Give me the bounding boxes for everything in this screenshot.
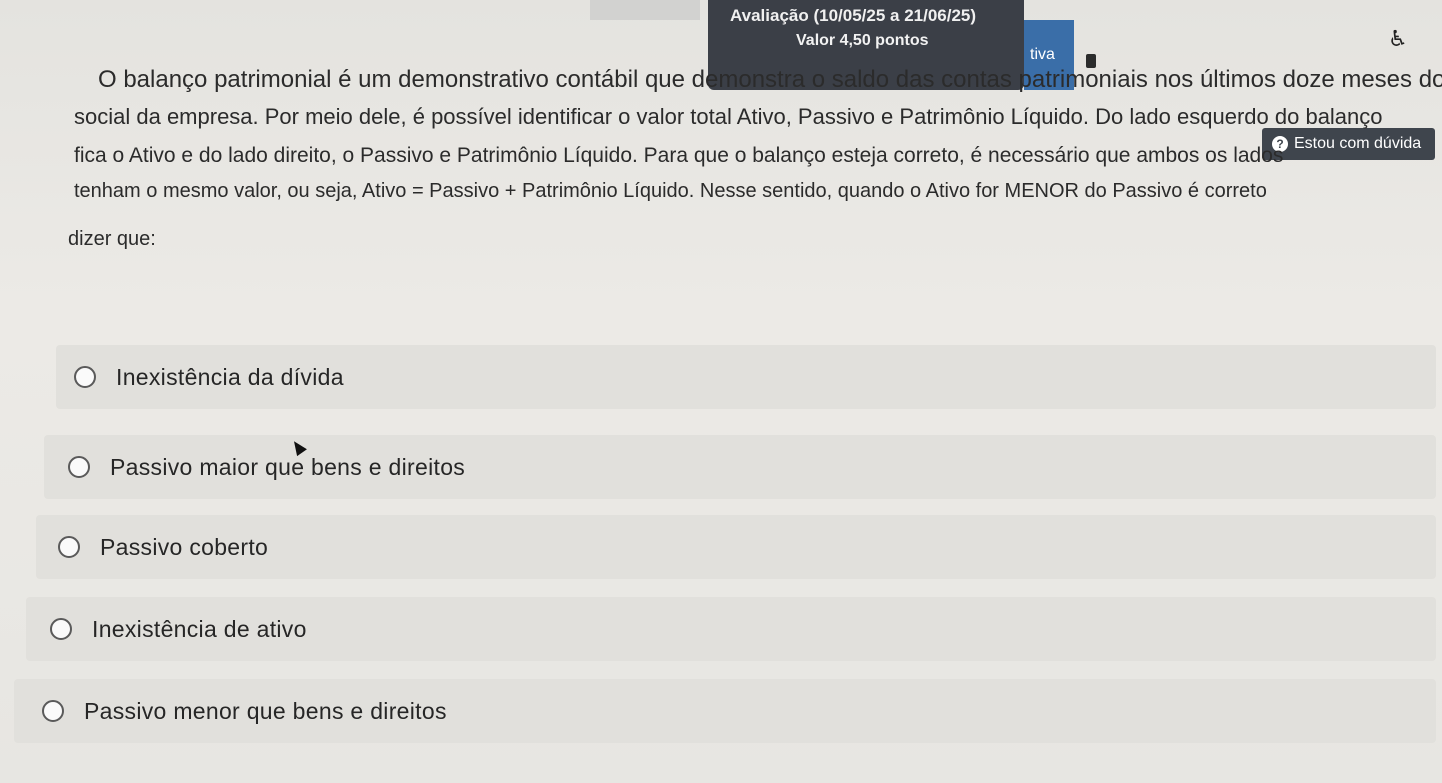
mode-tab-label: tiva (1030, 46, 1055, 63)
question-line: social da empresa. Por meio dele, é poss… (74, 104, 1383, 129)
option-label: Inexistência de ativo (92, 615, 307, 642)
radio-button-icon[interactable] (42, 700, 64, 722)
radio-button-icon[interactable] (74, 366, 96, 388)
option-label: Inexistência da dívida (116, 363, 344, 390)
radio-button-icon[interactable] (50, 618, 72, 640)
question-line: dizer que: (68, 228, 156, 250)
answer-option[interactable]: Passivo maior que bens e direitos (44, 435, 1436, 499)
answer-option[interactable]: Passivo coberto (36, 515, 1436, 579)
help-button-label: Estou com dúvida (1294, 135, 1422, 152)
accessibility-icon[interactable]: ♿ (1388, 26, 1408, 52)
assessment-page: Avaliação (10/05/25 a 21/06/25) Valor 4,… (0, 0, 1442, 783)
radio-button-icon[interactable] (58, 536, 80, 558)
radio-button-icon[interactable] (68, 456, 90, 478)
evaluation-title: Avaliação (10/05/25 a 21/06/25) (730, 6, 977, 25)
answer-option[interactable]: Inexistência da dívida (56, 345, 1436, 409)
answer-option[interactable]: Passivo menor que bens e direitos (14, 679, 1436, 743)
help-button[interactable]: ? Estou com dúvida (1262, 128, 1436, 160)
answer-option[interactable]: Inexistência de ativo (26, 597, 1436, 661)
option-label: Passivo menor que bens e direitos (84, 697, 447, 724)
question-line: O balanço patrimonial é um demonstrativo… (98, 66, 1442, 93)
option-label: Passivo maior que bens e direitos (110, 453, 466, 480)
header-tab-strip (590, 0, 700, 20)
evaluation-value: Valor 4,50 pontos (796, 32, 929, 49)
question-line: fica o Ativo e do lado direito, o Passiv… (74, 144, 1284, 167)
question-line: tenham o mesmo valor, ou seja, Ativo = P… (74, 180, 1267, 202)
option-label: Passivo coberto (100, 533, 269, 560)
